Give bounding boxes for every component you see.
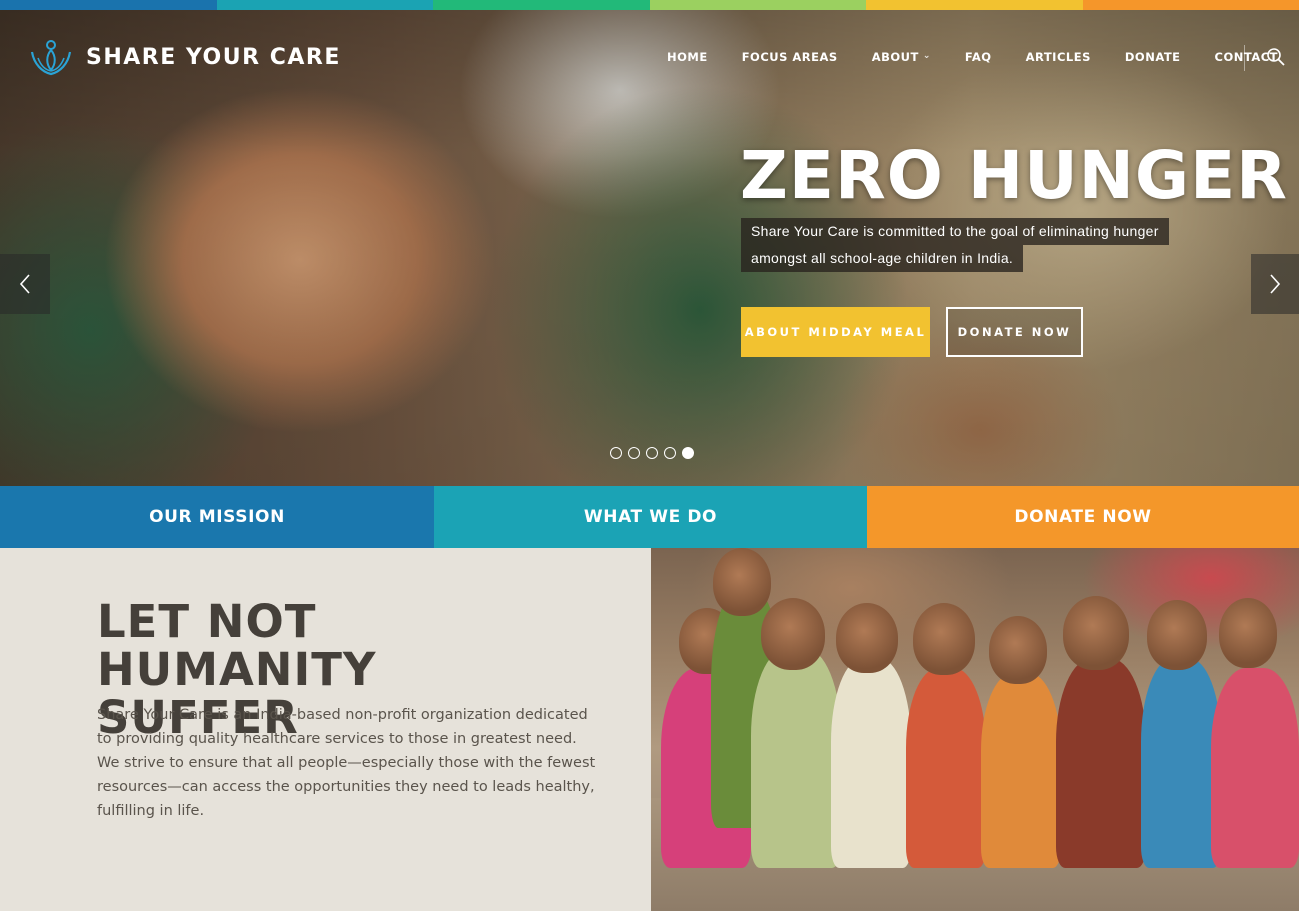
tab-what-we-do[interactable]: WHAT WE DO bbox=[434, 486, 867, 548]
chevron-down-icon: ⌄ bbox=[922, 51, 931, 61]
hero-title: ZERO HUNGER bbox=[740, 137, 1288, 214]
child-figure bbox=[981, 673, 1061, 868]
child-figure bbox=[761, 598, 825, 670]
nav-item-focus-areas[interactable]: FOCUS AREAS bbox=[742, 50, 838, 64]
child-figure bbox=[913, 603, 975, 675]
hero-description: Share Your Care is committed to the goal… bbox=[741, 218, 1169, 272]
slider-dot[interactable] bbox=[664, 447, 676, 459]
nav-divider bbox=[1244, 45, 1245, 71]
chevron-right-icon bbox=[1270, 274, 1281, 294]
feature-tabs: OUR MISSION WHAT WE DO DONATE NOW bbox=[0, 486, 1299, 548]
slider-dot[interactable] bbox=[628, 447, 640, 459]
slider-dot[interactable] bbox=[646, 447, 658, 459]
site-logo[interactable]: SHARE YOUR CARE bbox=[28, 36, 341, 78]
nav-item-articles[interactable]: ARTICLES bbox=[1026, 50, 1091, 64]
hero-donate-button[interactable]: DONATE NOW bbox=[946, 307, 1083, 357]
child-figure bbox=[831, 658, 911, 868]
slider-prev-button[interactable] bbox=[0, 254, 50, 314]
brand-name: SHARE YOUR CARE bbox=[86, 44, 341, 70]
child-figure bbox=[906, 668, 986, 868]
hero-description-line: amongst all school-age children in India… bbox=[741, 245, 1024, 272]
slider-next-button[interactable] bbox=[1251, 254, 1299, 314]
nav-item-about[interactable]: ABOUT ⌄ bbox=[872, 50, 931, 64]
color-strip bbox=[0, 0, 1299, 10]
child-figure bbox=[1056, 658, 1146, 868]
child-figure bbox=[989, 616, 1047, 684]
children-photo bbox=[651, 548, 1299, 911]
child-figure bbox=[1063, 596, 1129, 670]
about-midday-meal-button[interactable]: ABOUT MIDDAY MEAL bbox=[741, 307, 930, 357]
slider-dots bbox=[610, 447, 694, 459]
slider-dot[interactable] bbox=[610, 447, 622, 459]
color-strip-segment bbox=[1082, 0, 1299, 10]
mission-text: Share Your Care is an India-based non-pr… bbox=[97, 707, 596, 819]
search-button[interactable] bbox=[1266, 47, 1286, 67]
color-strip-segment bbox=[216, 0, 433, 10]
child-figure bbox=[836, 603, 898, 673]
slider-dot-active[interactable] bbox=[682, 447, 694, 459]
search-icon bbox=[1267, 48, 1285, 66]
hero-description-line: Share Your Care is committed to the goal… bbox=[741, 218, 1169, 245]
nav-item-faq[interactable]: FAQ bbox=[965, 50, 992, 64]
child-figure bbox=[1211, 668, 1299, 868]
child-figure bbox=[1141, 658, 1221, 868]
child-figure bbox=[751, 648, 841, 868]
nav-item-about-label: ABOUT bbox=[871, 50, 919, 64]
nav-item-home[interactable]: HOME bbox=[667, 50, 708, 64]
child-figure bbox=[1147, 600, 1207, 670]
chevron-left-icon bbox=[19, 274, 30, 294]
mission-section: LET NOT HUMANITY SUFFER Share Your Care … bbox=[0, 548, 651, 911]
main-nav: HOME FOCUS AREAS ABOUT ⌄ FAQ ARTICLES DON… bbox=[667, 50, 1299, 64]
color-strip-segment bbox=[649, 0, 866, 10]
nav-item-donate[interactable]: DONATE bbox=[1125, 50, 1181, 64]
child-figure bbox=[713, 548, 771, 616]
tab-our-mission[interactable]: OUR MISSION bbox=[0, 486, 434, 548]
color-strip-segment bbox=[866, 0, 1083, 10]
lotus-hands-icon bbox=[30, 40, 72, 76]
color-strip-segment bbox=[433, 0, 650, 10]
color-strip-segment bbox=[0, 0, 217, 10]
child-figure bbox=[1219, 598, 1277, 668]
tab-donate-now[interactable]: DONATE NOW bbox=[867, 486, 1299, 548]
